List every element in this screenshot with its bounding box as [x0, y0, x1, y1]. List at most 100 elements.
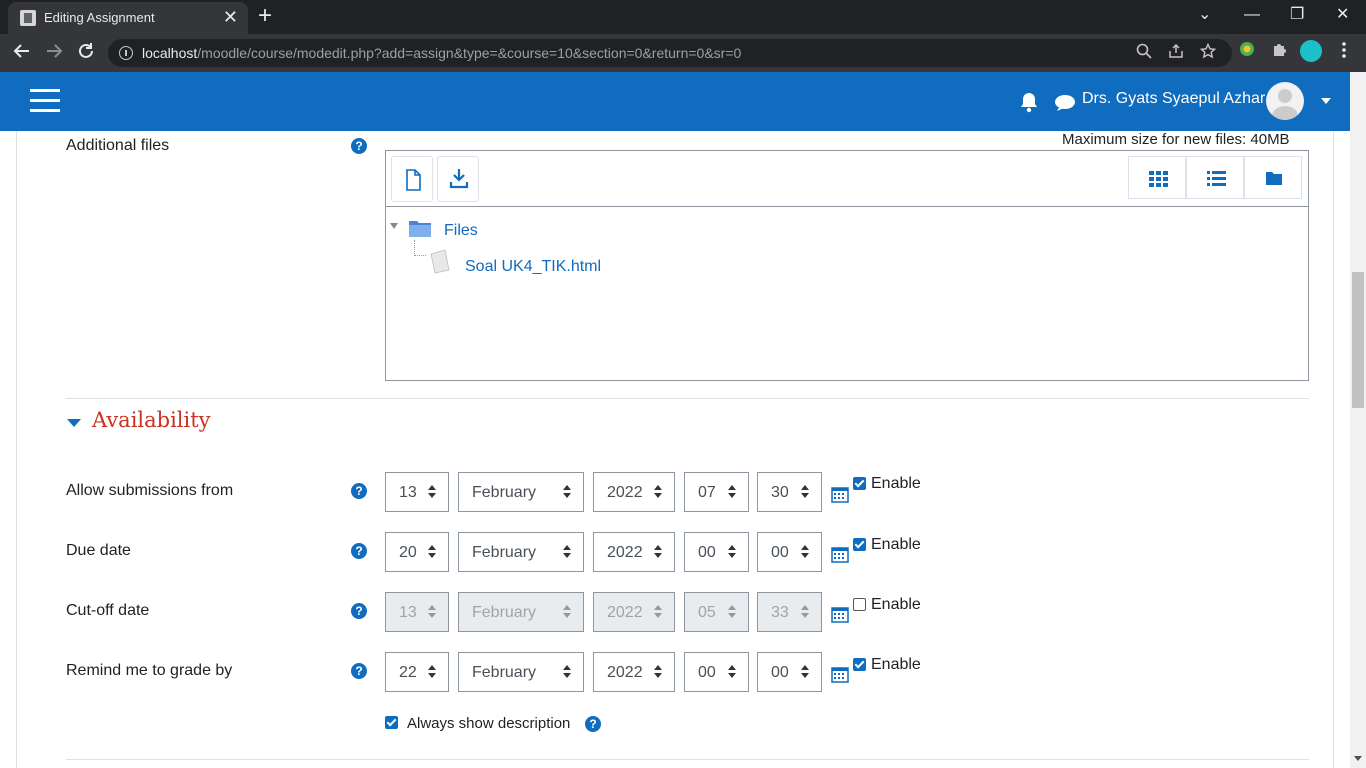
enable-checkbox[interactable] [853, 598, 866, 611]
share-icon[interactable] [1168, 43, 1184, 65]
extension-colorful-icon[interactable] [1238, 40, 1256, 64]
enable-label[interactable]: Enable [871, 475, 921, 493]
window-close-icon[interactable]: ✕ [1336, 6, 1349, 24]
minute-select[interactable]: 00 [757, 652, 822, 692]
folder-icon [408, 218, 432, 238]
profile-avatar-icon[interactable] [1300, 40, 1322, 68]
content-left-border [16, 131, 17, 768]
hour-select[interactable]: 00 [684, 652, 749, 692]
always-show-description-label[interactable]: Always show description [407, 715, 570, 732]
help-icon[interactable]: ? [351, 138, 367, 154]
file-manager: Files Soal UK4_TIK.html [385, 150, 1309, 381]
tab-title: Editing Assignment [44, 10, 155, 25]
scrollbar-thumb[interactable] [1352, 272, 1364, 408]
cut-off-date-label: Cut-off date [66, 602, 150, 619]
list-view-button[interactable] [1186, 156, 1244, 199]
section-divider [66, 398, 1309, 399]
user-menu-caret-icon[interactable] [1321, 98, 1331, 104]
hour-select[interactable]: 00 [684, 532, 749, 572]
zoom-icon[interactable] [1136, 43, 1152, 65]
new-tab-icon[interactable]: + [258, 3, 272, 29]
browser-menu-icon[interactable] [1337, 40, 1351, 66]
enable-label[interactable]: Enable [871, 596, 921, 614]
icon-view-button[interactable] [1128, 156, 1186, 199]
calendar-icon[interactable] [831, 665, 849, 683]
address-bar[interactable]: localhost/moodle/course/modedit.php?add=… [108, 39, 1232, 67]
notification-bell-icon[interactable] [1019, 91, 1039, 113]
file-link[interactable]: Soal UK4_TIK.html [465, 258, 601, 276]
site-info-icon[interactable] [119, 46, 133, 60]
always-show-description-checkbox[interactable] [385, 716, 398, 729]
browser-toolbar: localhost/moodle/course/modedit.php?add=… [0, 34, 1366, 72]
day-select: 13 [385, 592, 449, 632]
restore-icon[interactable]: ❐ [1290, 6, 1304, 24]
back-icon[interactable] [12, 41, 32, 66]
enable-label[interactable]: Enable [871, 536, 921, 554]
availability-heading[interactable]: Availability [92, 408, 211, 432]
minute-select[interactable]: 30 [757, 472, 822, 512]
enable-checkbox[interactable] [853, 658, 866, 671]
section-divider [66, 759, 1309, 760]
help-icon[interactable]: ? [351, 483, 367, 499]
download-button[interactable] [437, 156, 479, 202]
calendar-icon[interactable] [831, 545, 849, 563]
section-collapse-caret-icon[interactable] [67, 419, 81, 427]
browser-tab-bar: Editing Assignment ✕ + ⌄ — ❐ ✕ [0, 0, 1366, 34]
extensions-puzzle-icon[interactable] [1271, 40, 1289, 64]
bookmark-star-icon[interactable] [1199, 42, 1217, 65]
file-manager-toolbar [386, 151, 1308, 207]
month-select[interactable]: February [458, 532, 584, 572]
year-select[interactable]: 2022 [593, 532, 675, 572]
add-file-button[interactable] [391, 156, 433, 202]
day-select[interactable]: 22 [385, 652, 449, 692]
minimize-icon[interactable]: — [1244, 6, 1260, 24]
hamburger-menu-icon[interactable] [30, 89, 60, 113]
help-icon[interactable]: ? [351, 663, 367, 679]
messages-chat-icon[interactable] [1054, 93, 1076, 113]
additional-files-label: Additional files [66, 137, 170, 154]
year-select[interactable]: 2022 [593, 652, 675, 692]
tab-search-chevron-icon[interactable]: ⌄ [1198, 6, 1211, 24]
forward-icon[interactable] [44, 41, 64, 66]
tree-view-button[interactable] [1244, 156, 1302, 199]
user-name[interactable]: Drs. Gyats Syaepul Azhar [1082, 90, 1265, 108]
minute-select: 33 [757, 592, 822, 632]
year-select: 2022 [593, 592, 675, 632]
moodle-favicon-icon [20, 10, 36, 26]
max-size-text: Maximum size for new files: 40MB [1062, 131, 1290, 148]
year-select[interactable]: 2022 [593, 472, 675, 512]
content-right-border [1333, 131, 1334, 768]
edit-assignment-form: Additional files ? Maximum size for new … [0, 131, 1350, 768]
month-select[interactable]: February [458, 652, 584, 692]
tab-close-icon[interactable]: ✕ [223, 7, 238, 27]
day-select[interactable]: 13 [385, 472, 449, 512]
scroll-down-arrow-icon[interactable] [1354, 756, 1362, 761]
files-folder-link[interactable]: Files [444, 222, 478, 240]
reload-icon[interactable] [76, 41, 96, 66]
minute-select[interactable]: 00 [757, 532, 822, 572]
day-select[interactable]: 20 [385, 532, 449, 572]
tree-line [414, 255, 426, 256]
url-text: localhost/moodle/course/modedit.php?add=… [142, 45, 742, 61]
hour-select[interactable]: 07 [684, 472, 749, 512]
enable-checkbox[interactable] [853, 477, 866, 490]
help-icon[interactable]: ? [351, 603, 367, 619]
tree-collapse-icon[interactable] [390, 223, 398, 229]
calendar-icon[interactable] [831, 485, 849, 503]
browser-tab[interactable]: Editing Assignment ✕ [8, 2, 248, 34]
enable-checkbox[interactable] [853, 538, 866, 551]
enable-label[interactable]: Enable [871, 656, 921, 674]
file-icon [429, 248, 451, 274]
month-select[interactable]: February [458, 472, 584, 512]
help-icon[interactable]: ? [585, 716, 601, 732]
due-date-label: Due date [66, 542, 131, 559]
calendar-icon[interactable] [831, 605, 849, 623]
moodle-navbar: Drs. Gyats Syaepul Azhar [0, 72, 1366, 131]
remind-to-grade-label: Remind me to grade by [66, 662, 233, 679]
page-scrollbar[interactable] [1350, 72, 1366, 768]
help-icon[interactable]: ? [351, 543, 367, 559]
hour-select: 05 [684, 592, 749, 632]
tree-line [414, 240, 415, 256]
allow-submissions-from-label: Allow submissions from [66, 482, 234, 499]
user-avatar[interactable] [1266, 82, 1304, 120]
